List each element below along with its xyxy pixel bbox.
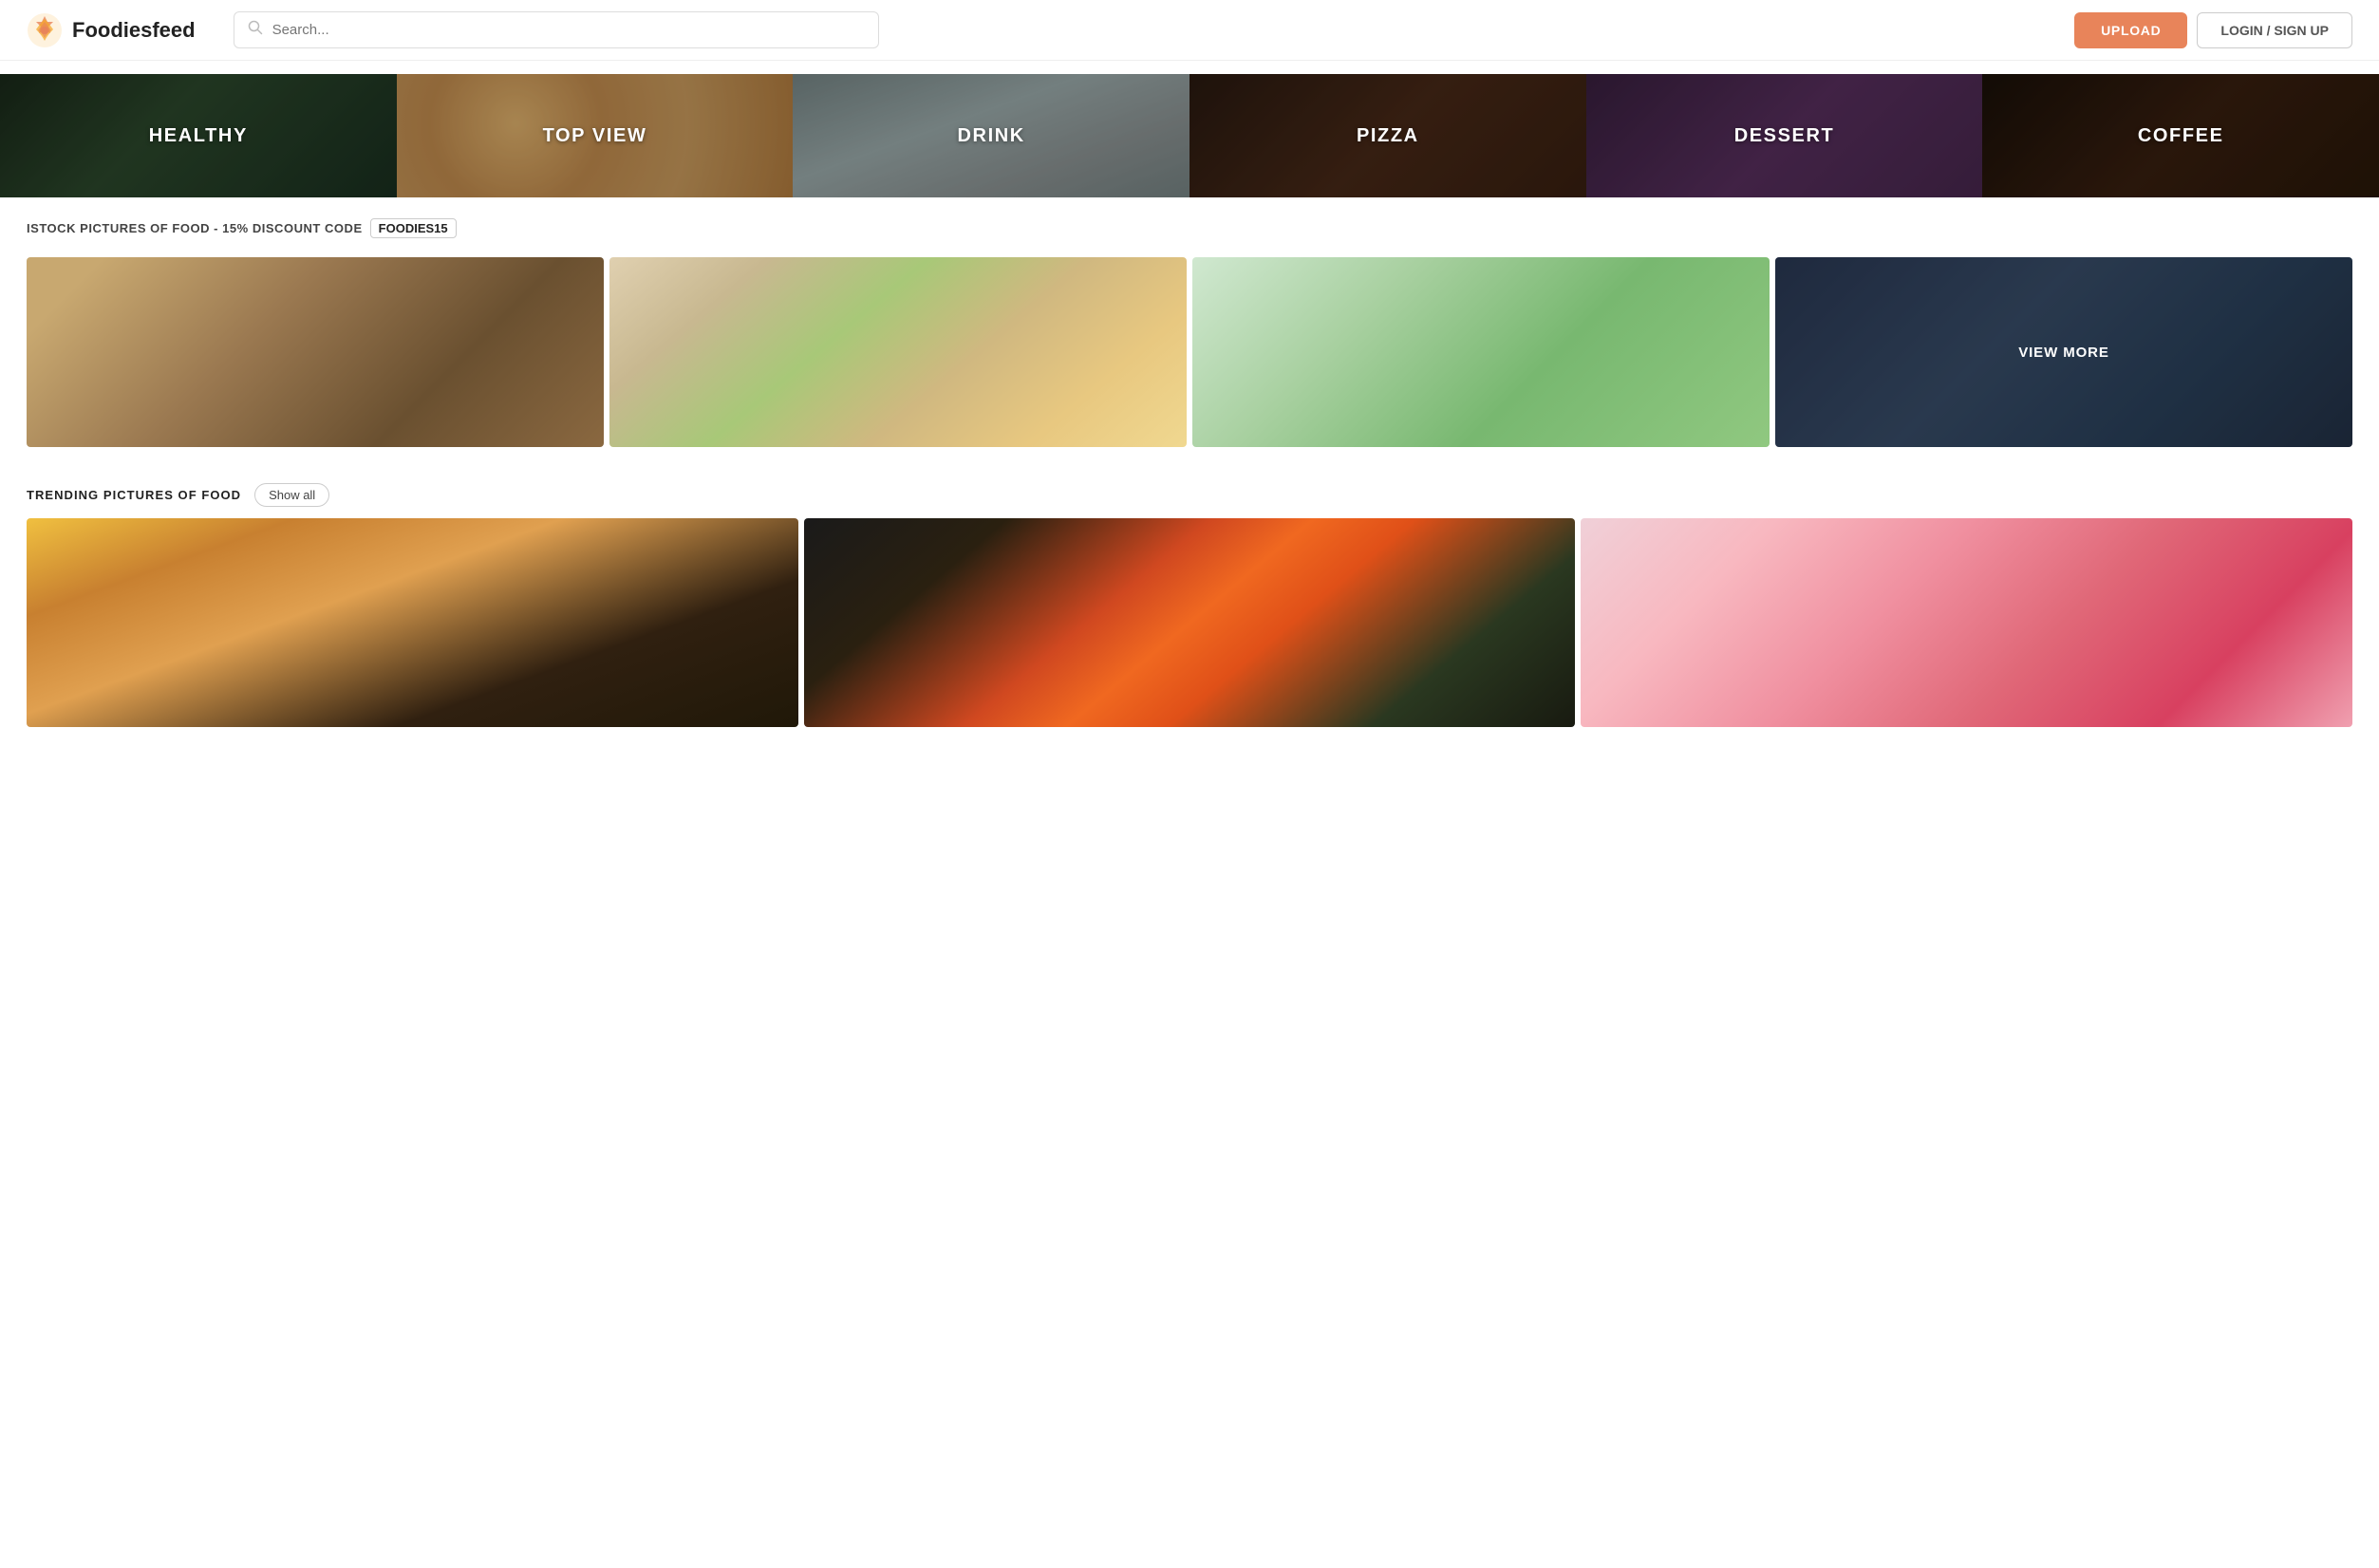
istock-code: FOODIES15 (370, 218, 457, 238)
category-dessert[interactable]: DESSERT (1586, 74, 1983, 197)
header: Foodiesfeed UPLOAD LOGIN / SIGN UP (0, 0, 2379, 61)
category-healthy-label: HEALTHY (149, 125, 248, 147)
search-icon (248, 20, 263, 40)
photo-item-3[interactable] (1192, 257, 1770, 447)
category-coffee-label: COFFEE (2138, 125, 2224, 147)
istock-banner: ISTOCK PICTURES OF FOOD - 15% DISCOUNT C… (0, 197, 2379, 248)
show-all-button[interactable]: Show all (254, 483, 329, 507)
view-more-label: VIEW MORE (2018, 345, 2109, 361)
istock-text: ISTOCK PICTURES OF FOOD - 15% DISCOUNT C… (27, 221, 363, 235)
category-coffee-overlay: COFFEE (1982, 74, 2379, 197)
trending-item-1[interactable] (27, 518, 798, 727)
search-container (234, 11, 879, 48)
photo-item-2[interactable] (609, 257, 1187, 447)
category-healthy[interactable]: HEALTHY (0, 74, 397, 197)
logo[interactable]: Foodiesfeed (27, 12, 196, 48)
photo-grid: VIEW MORE (0, 248, 2379, 447)
header-actions: UPLOAD LOGIN / SIGN UP (2074, 12, 2352, 48)
upload-button[interactable]: UPLOAD (2074, 12, 2187, 48)
category-drink[interactable]: DRINK (793, 74, 1190, 197)
trending-grid (0, 518, 2379, 754)
photo-item-1[interactable] (27, 257, 604, 447)
trending-title: TRENDING PICTURES OF FOOD (27, 488, 241, 502)
category-dessert-overlay: DESSERT (1586, 74, 1983, 197)
logo-icon (27, 12, 63, 48)
logo-text: Foodiesfeed (72, 18, 196, 43)
category-coffee[interactable]: COFFEE (1982, 74, 2379, 197)
category-topview-overlay: TOP VIEW (397, 74, 794, 197)
trending-item-3[interactable] (1581, 518, 2352, 727)
category-pizza-label: PIZZA (1357, 125, 1419, 147)
category-topview-label: TOP VIEW (543, 125, 647, 147)
category-dessert-label: DESSERT (1734, 125, 1835, 147)
category-pizza[interactable]: PIZZA (1190, 74, 1586, 197)
photo-item-4[interactable]: VIEW MORE (1775, 257, 2352, 447)
category-healthy-overlay: HEALTHY (0, 74, 397, 197)
category-pizza-overlay: PIZZA (1190, 74, 1586, 197)
trending-section-header: TRENDING PICTURES OF FOOD Show all (0, 447, 2379, 518)
category-drink-overlay: DRINK (793, 74, 1190, 197)
view-more-overlay: VIEW MORE (1775, 257, 2352, 447)
category-topview[interactable]: TOP VIEW (397, 74, 794, 197)
login-button[interactable]: LOGIN / SIGN UP (2197, 12, 2352, 48)
trending-item-2[interactable] (804, 518, 1576, 727)
search-input[interactable] (272, 22, 865, 38)
category-drink-label: DRINK (958, 125, 1025, 147)
categories: HEALTHY TOP VIEW DRINK PIZZA DESSERT COF… (0, 74, 2379, 197)
